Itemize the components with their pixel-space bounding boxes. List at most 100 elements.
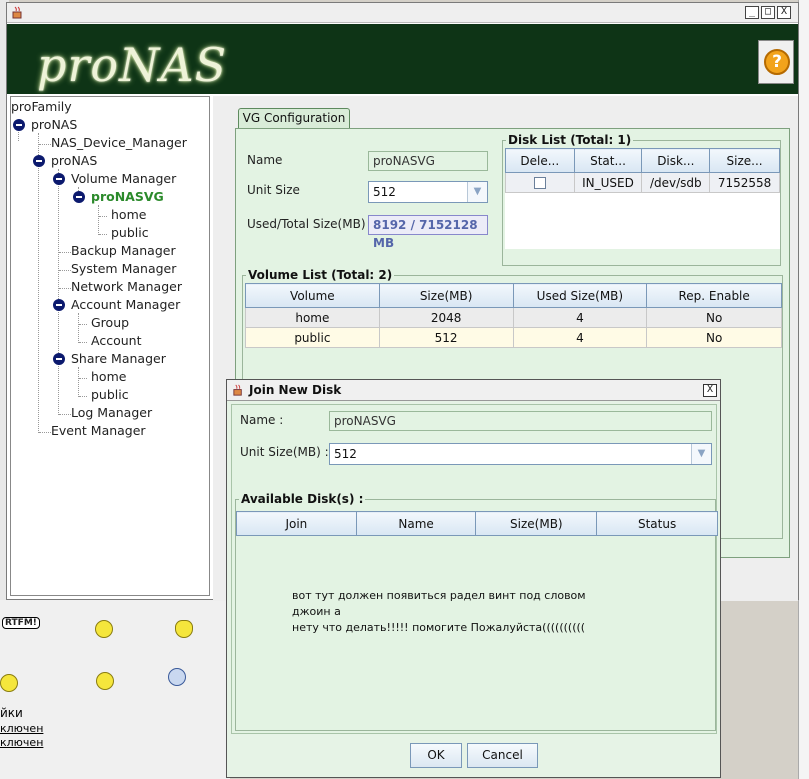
background-right-strip: [798, 0, 809, 779]
tree-item-pronasvg[interactable]: proNASVG: [91, 189, 164, 205]
table-empty-area: [505, 192, 780, 249]
tree-item-backup-manager[interactable]: Backup Manager: [71, 243, 176, 259]
table-cell: IN_USED: [573, 172, 643, 193]
column-header[interactable]: Used Size(MB): [512, 283, 648, 308]
dialog-close-button[interactable]: X: [703, 384, 717, 397]
collapse-icon[interactable]: [33, 155, 45, 167]
tree-line: [59, 270, 71, 271]
used-total-label: Used/Total Size(MB): [247, 217, 366, 231]
help-icon: ?: [764, 49, 790, 75]
column-header[interactable]: Name: [355, 511, 477, 536]
tree-item-nas-device-manager[interactable]: NAS_Device_Manager: [51, 135, 187, 151]
table-row[interactable]: home 2048 4 No: [245, 307, 782, 328]
minimize-button[interactable]: _: [745, 6, 759, 19]
dialog-title: Join New Disk: [249, 383, 342, 397]
maximize-button[interactable]: □: [761, 6, 775, 19]
tree-item-event-manager[interactable]: Event Manager: [51, 423, 146, 439]
chevron-down-icon[interactable]: ▼: [467, 182, 487, 202]
column-header[interactable]: Join: [236, 511, 357, 536]
window-titlebar[interactable]: _ □ X: [7, 3, 798, 23]
tree-item-account-manager[interactable]: Account Manager: [71, 297, 180, 313]
collapse-icon[interactable]: [73, 191, 85, 203]
tree-line: [79, 378, 87, 379]
table-cell: public: [245, 327, 380, 348]
unit-size-select[interactable]: 512 ▼: [368, 181, 488, 203]
collapse-icon[interactable]: [53, 173, 65, 185]
tree-item-volume-manager[interactable]: Volume Manager: [71, 171, 176, 187]
smiley-icon: [96, 672, 114, 690]
help-button[interactable]: ?: [758, 40, 794, 84]
tree-item-share-public[interactable]: public: [91, 387, 129, 403]
table-cell: home: [245, 307, 380, 328]
collapse-icon[interactable]: [53, 299, 65, 311]
collapse-icon[interactable]: [13, 119, 25, 131]
tree-line: [78, 367, 79, 397]
tree-line: [79, 324, 87, 325]
tree-line: [78, 313, 79, 343]
tree-item-pronas-device[interactable]: proNAS: [51, 153, 97, 169]
column-header[interactable]: Volume: [245, 283, 380, 308]
name-label: Name: [247, 153, 283, 167]
cancel-button[interactable]: Cancel: [467, 743, 538, 768]
tree-item-log-manager[interactable]: Log Manager: [71, 405, 152, 421]
collapse-icon[interactable]: [53, 353, 65, 365]
tree-line: [39, 432, 51, 433]
column-header[interactable]: Stat...: [573, 148, 643, 173]
table-row[interactable]: IN_USED /dev/sdb 7152558: [505, 172, 780, 193]
tree-line: [38, 133, 39, 433]
delete-cell[interactable]: [505, 172, 575, 193]
dialog-titlebar[interactable]: Join New Disk X: [227, 380, 720, 401]
table-cell: 4: [512, 327, 648, 348]
chevron-down-icon[interactable]: ▼: [691, 444, 711, 464]
table-row[interactable]: public 512 4 No: [245, 327, 782, 348]
ok-button[interactable]: OK: [410, 743, 462, 768]
close-button[interactable]: X: [777, 6, 791, 19]
column-header[interactable]: Size(MB): [475, 511, 598, 536]
table-cell: 7152558: [709, 172, 780, 193]
available-disks-table: Join Name Size(MB) Status: [236, 511, 718, 536]
smiley-icon: [168, 668, 186, 686]
tree-item-pronas[interactable]: proNAS: [31, 117, 77, 133]
disk-list-group: Disk List (Total: 1) Dele... Stat... Dis…: [502, 133, 781, 266]
tree-item-vg-public[interactable]: public: [111, 225, 149, 241]
table-cell: 2048: [378, 307, 514, 328]
smiley-icon: [95, 620, 113, 638]
annotation-line: вот тут должен появиться радел винт под …: [292, 589, 586, 618]
delete-checkbox[interactable]: [533, 177, 546, 189]
available-disks-title: Available Disk(s) :: [239, 492, 366, 506]
tree-item-network-manager[interactable]: Network Manager: [71, 279, 182, 295]
background-off-link[interactable]: ключен: [0, 736, 43, 749]
annotation-message: вот тут должен появиться радел винт под …: [292, 588, 622, 636]
dialog-unit-size-select[interactable]: 512 ▼: [329, 443, 712, 465]
tree-line: [99, 216, 107, 217]
column-header[interactable]: Size...: [709, 148, 780, 173]
tree-line: [79, 396, 87, 397]
column-header[interactable]: Rep. Enable: [646, 283, 782, 308]
tab-vg-configuration[interactable]: VG Configuration: [238, 108, 350, 128]
tree-item-vg-home[interactable]: home: [111, 207, 146, 223]
tree-line: [59, 414, 71, 415]
unit-size-label: Unit Size: [247, 183, 300, 197]
dialog-unit-size-value: 512: [334, 447, 357, 461]
tree-item-share-manager[interactable]: Share Manager: [71, 351, 166, 367]
tree-item-share-home[interactable]: home: [91, 369, 126, 385]
tree-line: [79, 342, 87, 343]
tree-item-system-manager[interactable]: System Manager: [71, 261, 176, 277]
disk-list-title: Disk List (Total: 1): [506, 133, 634, 147]
tree-item-group[interactable]: Group: [91, 315, 129, 331]
dialog-body: Name : proNASVG Unit Size(MB) : 512 ▼ Av…: [231, 404, 718, 734]
annotation-line: нету что делать!!!!! помогите Пожалуйста…: [292, 621, 586, 634]
app-banner: proNAS ?: [7, 24, 798, 94]
tree-line: [59, 252, 71, 253]
java-cup-icon: [233, 384, 242, 396]
smiley-icon: [0, 674, 18, 692]
column-header[interactable]: Dele...: [505, 148, 575, 173]
tree-root-profamily[interactable]: proFamily: [11, 99, 72, 115]
table-cell: No: [646, 327, 782, 348]
table-cell: 4: [512, 307, 648, 328]
background-on-link[interactable]: ключен: [0, 722, 43, 735]
tree-item-account[interactable]: Account: [91, 333, 141, 349]
column-header[interactable]: Status: [596, 511, 718, 536]
column-header[interactable]: Size(MB): [378, 283, 514, 308]
column-header[interactable]: Disk...: [641, 148, 711, 173]
